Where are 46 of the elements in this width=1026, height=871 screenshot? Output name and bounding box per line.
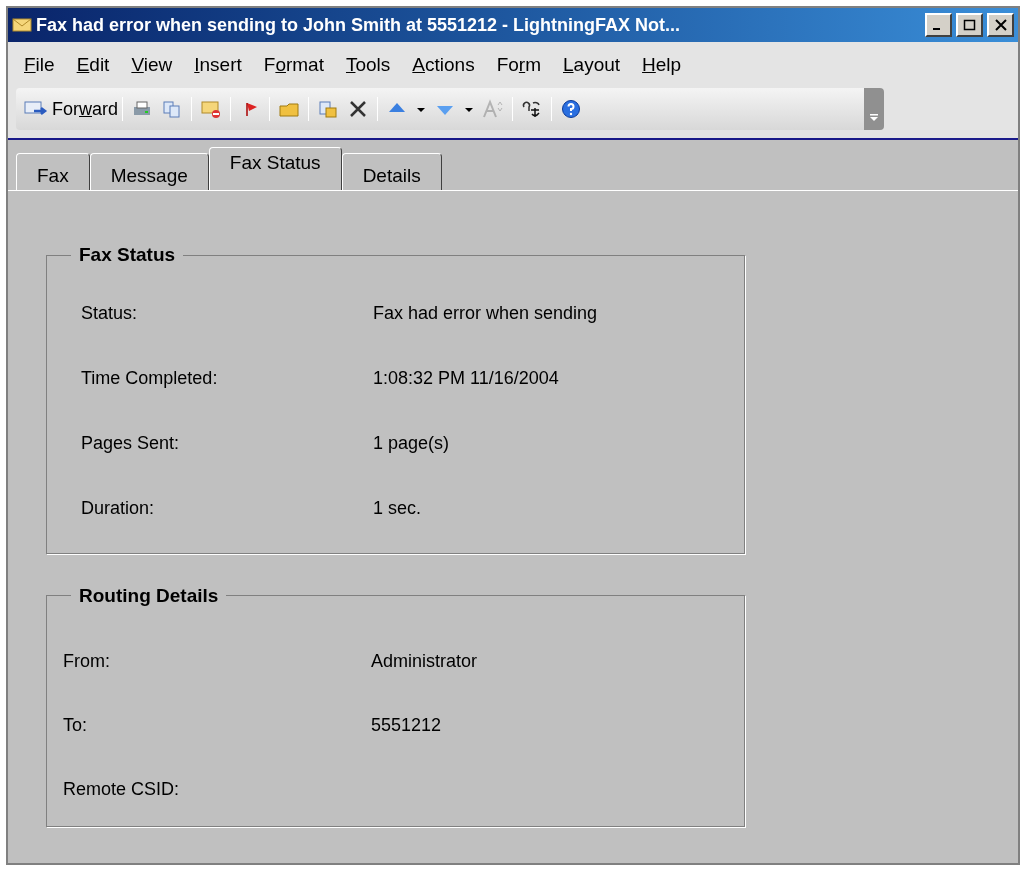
delete-icon[interactable] bbox=[347, 99, 369, 119]
field-label: From: bbox=[63, 650, 111, 673]
menu-item[interactable]: Format bbox=[263, 50, 324, 80]
field-label: To: bbox=[63, 714, 88, 737]
help-icon[interactable] bbox=[560, 99, 582, 119]
minimize-button[interactable] bbox=[925, 13, 952, 37]
field-value: 1 page(s) bbox=[373, 431, 450, 455]
menu-item[interactable]: Actions bbox=[412, 50, 475, 80]
window-title: Fax had error when sending to John Smith at 5551212 - LightningFAX Not... bbox=[36, 13, 682, 37]
field-label: Duration: bbox=[81, 496, 156, 520]
tab[interactable]: Fax Status bbox=[208, 147, 342, 191]
translate-icon[interactable] bbox=[521, 99, 543, 119]
field-label: Remote CSID: bbox=[63, 778, 181, 801]
maximize-button[interactable] bbox=[956, 13, 983, 37]
field-value: Administrator bbox=[371, 650, 478, 673]
chevron-icon bbox=[869, 114, 879, 122]
copy-icon[interactable] bbox=[161, 99, 183, 119]
menu-item[interactable]: View bbox=[131, 50, 173, 80]
envelope-icon[interactable] bbox=[200, 99, 222, 119]
field-value: 1 sec. bbox=[373, 496, 422, 520]
menu-item[interactable]: Help bbox=[642, 50, 682, 80]
field-label: Status: bbox=[81, 301, 139, 325]
menu-item[interactable]: File bbox=[24, 50, 55, 80]
tab[interactable]: Fax bbox=[16, 153, 90, 190]
minimize-icon bbox=[932, 27, 940, 30]
field-value: Fax had error when sending bbox=[373, 301, 598, 325]
group-title: Fax Status bbox=[78, 243, 177, 267]
menu-item[interactable]: Layout bbox=[563, 50, 621, 80]
field-value: 5551212 bbox=[371, 714, 442, 737]
field-value: 1:08:32 PM 11/16/2004 bbox=[373, 366, 559, 390]
tab[interactable]: Message bbox=[89, 153, 209, 190]
tab[interactable]: Details bbox=[341, 153, 442, 190]
menu-item[interactable]: Insert bbox=[194, 50, 242, 80]
envelope-icon bbox=[12, 17, 32, 33]
forward-button[interactable]: Forward bbox=[24, 95, 118, 123]
field-label: Pages Sent: bbox=[81, 431, 181, 455]
maximize-icon bbox=[962, 19, 977, 31]
close-icon bbox=[993, 19, 1008, 31]
close-button[interactable] bbox=[987, 13, 1014, 37]
toolbar-options-button[interactable] bbox=[864, 88, 884, 130]
group-title: Routing Details bbox=[78, 583, 220, 608]
menu-item[interactable]: Form bbox=[496, 50, 541, 80]
menu-item[interactable]: Edit bbox=[76, 50, 110, 80]
paste-icon[interactable] bbox=[317, 99, 339, 119]
field-label: Time Completed: bbox=[81, 366, 219, 390]
menu-item[interactable]: Tools bbox=[345, 50, 391, 80]
